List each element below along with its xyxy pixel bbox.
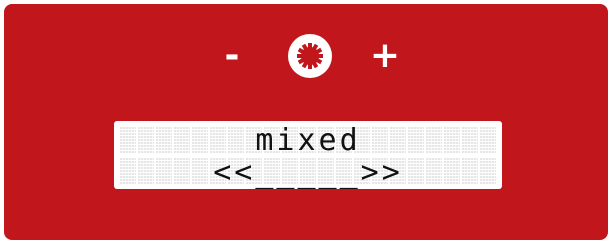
decrease-button[interactable]: - (212, 34, 252, 78)
lcd-line-mode: mixed (255, 123, 361, 158)
increase-button[interactable]: + (365, 34, 405, 78)
settings-knob-button[interactable] (288, 34, 332, 78)
lcd-line-value-bar: <<_____>> (213, 155, 403, 190)
control-bar: - + (4, 34, 608, 84)
